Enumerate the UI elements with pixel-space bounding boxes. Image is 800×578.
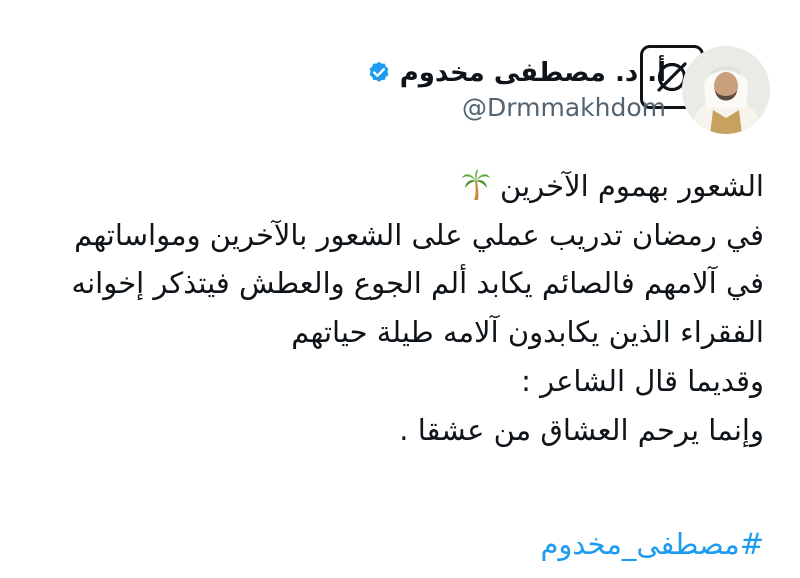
name-row: أ. د. مصطفى مخدوم — [366, 55, 666, 91]
author-display-name[interactable]: أ. د. مصطفى مخدوم — [400, 55, 666, 91]
post-text-line: وقديما قال الشاعر : — [521, 363, 764, 398]
post-text-line: وإنما يرحم العشاق من عشقا . — [399, 412, 764, 447]
avatar[interactable] — [682, 46, 770, 134]
post-text-line: الشعور بهموم الآخرين — [44, 162, 764, 211]
post-text-line: الفقراء الذين يكابدون آلامه طيلة حياتهم — [291, 315, 764, 350]
post-header: أ. د. مصطفى مخدوم @Drmmakhdom — [0, 38, 800, 138]
post-text-line: في رمضان تدريب عملي على الشعور بالآخرين … — [74, 217, 764, 252]
author-handle[interactable]: @Drmmakhdom — [462, 91, 666, 125]
post-title-text: الشعور بهموم الآخرين — [500, 169, 764, 203]
post-text-line: في آلامهم فالصائم يكابد ألم الجوع والعطش… — [71, 266, 764, 301]
palm-tree-icon — [461, 169, 490, 200]
verified-badge-icon — [369, 61, 389, 82]
post-author[interactable]: أ. د. مصطفى مخدوم @Drmmakhdom — [366, 46, 770, 134]
post-text: الشعور بهموم الآخرين في رمضان تدريب عملي… — [44, 162, 764, 454]
hashtag-link[interactable]: #مصطفى_مخدوم — [540, 522, 764, 566]
author-text: أ. د. مصطفى مخدوم @Drmmakhdom — [366, 55, 666, 125]
avatar-image — [682, 46, 770, 134]
